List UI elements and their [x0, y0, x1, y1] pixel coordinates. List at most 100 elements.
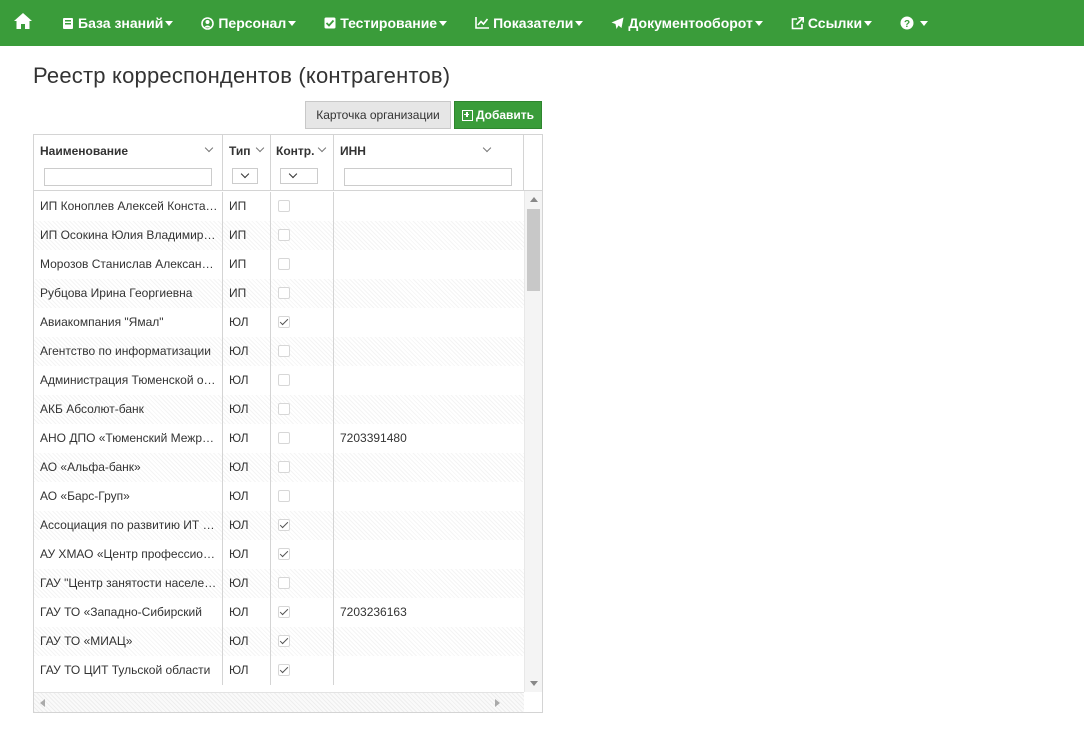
cell-name[interactable]: ГАУ ТО «Западно-Сибирский [34, 598, 223, 627]
scroll-down-icon[interactable] [530, 681, 538, 686]
table-row[interactable]: Агентство по информатизации ЮЛ [34, 337, 524, 366]
cell-type[interactable]: ЮЛ [223, 395, 271, 424]
column-header-inn[interactable]: ИНН [334, 135, 524, 191]
table-row[interactable]: ИП Коноплев Алексей КонстантиновичИП [34, 192, 524, 221]
table-row[interactable]: АУ ХМАО «Центр профессиональнойЮЛ [34, 540, 524, 569]
cell-inn[interactable] [334, 511, 524, 540]
cell-inn[interactable] [334, 656, 524, 685]
nav-indicators[interactable]: Показатели [461, 0, 597, 46]
cell-inn[interactable] [334, 395, 524, 424]
cell-counterparty[interactable] [271, 250, 334, 279]
cell-counterparty[interactable] [271, 424, 334, 453]
home-button[interactable] [0, 0, 46, 46]
cell-inn[interactable] [334, 308, 524, 337]
cell-counterparty[interactable] [271, 511, 334, 540]
inn-filter-input[interactable] [344, 168, 512, 186]
cell-inn[interactable] [334, 540, 524, 569]
cell-counterparty[interactable] [271, 453, 334, 482]
cell-name[interactable]: АО «Альфа-банк» [34, 453, 223, 482]
cell-counterparty[interactable] [271, 308, 334, 337]
nav-knowledge-base[interactable]: База знаний [46, 0, 187, 46]
counterparty-checkbox[interactable] [278, 316, 290, 328]
cell-type[interactable]: ИП [223, 192, 271, 221]
cell-name[interactable]: АО «Барс-Груп» [34, 482, 223, 511]
cell-inn[interactable] [334, 453, 524, 482]
counterparty-checkbox[interactable] [278, 664, 290, 676]
cell-type[interactable]: ЮЛ [223, 337, 271, 366]
cell-name[interactable]: Администрация Тюменской области [34, 366, 223, 395]
cell-name[interactable]: ИП Коноплев Алексей Константинович [34, 192, 223, 221]
cell-inn[interactable] [334, 279, 524, 308]
column-header-counterparty[interactable]: Контр. [271, 135, 334, 191]
scrollbar-thumb[interactable] [527, 209, 540, 291]
counterparty-checkbox[interactable] [278, 548, 290, 560]
sort-chevron-icon[interactable] [317, 143, 327, 153]
cell-type[interactable]: ЮЛ [223, 424, 271, 453]
counterparty-checkbox[interactable] [278, 374, 290, 386]
nav-personnel[interactable]: Персонал [187, 0, 310, 46]
cell-inn[interactable]: 7203391480 [334, 424, 524, 453]
counterparty-checkbox[interactable] [278, 403, 290, 415]
counterparty-checkbox[interactable] [278, 229, 290, 241]
counterparty-checkbox[interactable] [278, 461, 290, 473]
counterparty-checkbox[interactable] [278, 635, 290, 647]
cell-type[interactable]: ЮЛ [223, 598, 271, 627]
cell-counterparty[interactable] [271, 221, 334, 250]
counterparty-filter-select[interactable] [280, 168, 318, 184]
cell-counterparty[interactable] [271, 366, 334, 395]
counterparty-checkbox[interactable] [278, 490, 290, 502]
column-header-name[interactable]: Наименование [34, 135, 223, 191]
table-row[interactable]: ГАУ "Центр занятости населения ЮЛ [34, 569, 524, 598]
table-row[interactable]: Авиакомпания "Ямал" ЮЛ [34, 308, 524, 337]
cell-type[interactable]: ЮЛ [223, 656, 271, 685]
table-row[interactable]: ГАУ ТО ЦИТ Тульской области ЮЛ [34, 656, 524, 685]
cell-name[interactable]: АНО ДПО «Тюменский Межрегиональный [34, 424, 223, 453]
counterparty-checkbox[interactable] [278, 258, 290, 270]
cell-type[interactable]: ЮЛ [223, 540, 271, 569]
cell-inn[interactable]: 7203236163 [334, 598, 524, 627]
cell-type[interactable]: ИП [223, 279, 271, 308]
table-row[interactable]: АО «Альфа-банк» ЮЛ [34, 453, 524, 482]
cell-type[interactable]: ИП [223, 221, 271, 250]
cell-name[interactable]: Ассоциация по развитию ИТ отрасли [34, 511, 223, 540]
cell-name[interactable]: Авиакомпания "Ямал" [34, 308, 223, 337]
vertical-scrollbar[interactable] [524, 191, 542, 692]
cell-inn[interactable] [334, 482, 524, 511]
cell-counterparty[interactable] [271, 279, 334, 308]
sort-chevron-icon[interactable] [482, 143, 492, 153]
organization-card-button[interactable]: Карточка организации [305, 101, 451, 129]
cell-counterparty[interactable] [271, 656, 334, 685]
cell-name[interactable]: ГАУ ТО «МИАЦ» [34, 627, 223, 656]
counterparty-checkbox[interactable] [278, 345, 290, 357]
cell-counterparty[interactable] [271, 540, 334, 569]
cell-name[interactable]: ГАУ "Центр занятости населения [34, 569, 223, 598]
scroll-up-icon[interactable] [530, 197, 538, 202]
cell-counterparty[interactable] [271, 192, 334, 221]
sort-chevron-icon[interactable] [255, 143, 265, 153]
column-header-type[interactable]: Тип [223, 135, 271, 191]
counterparty-checkbox[interactable] [278, 577, 290, 589]
cell-name[interactable]: Рубцова Ирина Георгиевна [34, 279, 223, 308]
table-row[interactable]: АО «Барс-Груп» ЮЛ [34, 482, 524, 511]
cell-inn[interactable] [334, 627, 524, 656]
nav-document-flow[interactable]: Документооборот [597, 0, 777, 46]
cell-counterparty[interactable] [271, 569, 334, 598]
table-row[interactable]: Администрация Тюменской области ЮЛ [34, 366, 524, 395]
scroll-left-icon[interactable] [40, 699, 45, 707]
cell-counterparty[interactable] [271, 598, 334, 627]
type-filter-select[interactable] [232, 168, 258, 184]
table-row[interactable]: АКБ Абсолют-банк ЮЛ [34, 395, 524, 424]
cell-inn[interactable] [334, 366, 524, 395]
table-row[interactable]: ГАУ ТО «Западно-Сибирский ЮЛ 7203236163 [34, 598, 524, 627]
cell-type[interactable]: ИП [223, 250, 271, 279]
cell-inn[interactable] [334, 250, 524, 279]
cell-counterparty[interactable] [271, 395, 334, 424]
table-row[interactable]: Рубцова Ирина Георгиевна ИП [34, 279, 524, 308]
counterparty-checkbox[interactable] [278, 432, 290, 444]
cell-inn[interactable] [334, 221, 524, 250]
add-button[interactable]: Добавить [454, 101, 542, 129]
counterparty-checkbox[interactable] [278, 200, 290, 212]
sort-chevron-icon[interactable] [204, 143, 214, 153]
table-row[interactable]: ИП Осокина Юлия Владимировна ИП [34, 221, 524, 250]
cell-type[interactable]: ЮЛ [223, 627, 271, 656]
